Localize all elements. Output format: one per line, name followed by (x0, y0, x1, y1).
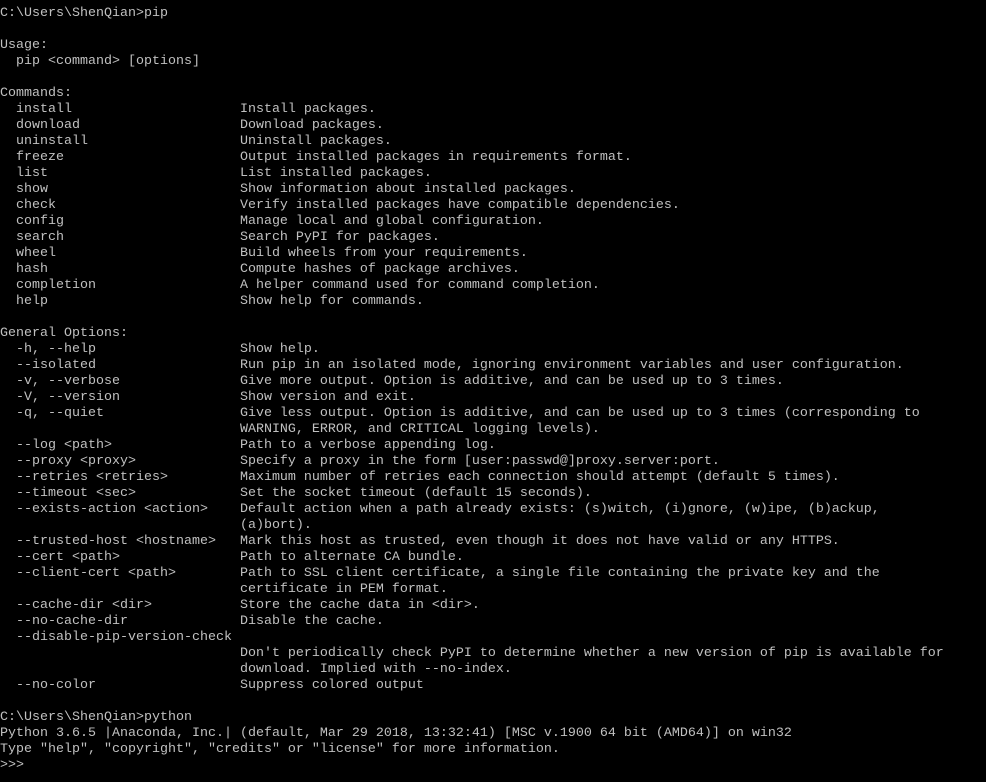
help-entry: -V, --version Show version and exit. (0, 390, 416, 405)
help-entry: --timeout <sec> Set the socket timeout (… (0, 486, 592, 501)
command-prompt-line[interactable]: >>> (0, 758, 986, 774)
help-entry: --cert <path> Path to alternate CA bundl… (0, 550, 464, 565)
help-entry-continuation: download. Implied with --no-index. (0, 662, 512, 677)
console-output[interactable]: C:\Users\ShenQian>pip Usage: pip <command… (0, 6, 986, 774)
output-line: Usage: (0, 38, 48, 53)
help-entry-continuation: WARNING, ERROR, and CRITICAL logging lev… (0, 422, 600, 437)
command-prompt-line[interactable]: C:\Users\ShenQian>python (0, 710, 986, 726)
help-entry: --proxy <proxy> Specify a proxy in the f… (0, 454, 720, 469)
help-entry: download Download packages. (0, 118, 384, 133)
help-entry: wheel Build wheels from your requirement… (0, 246, 528, 261)
help-entry: --exists-action <action> Default action … (0, 502, 880, 517)
help-entry: check Verify installed packages have com… (0, 198, 680, 213)
output-line: Type "help", "copyright", "credits" or "… (0, 742, 560, 757)
output-line: Python 3.6.5 |Anaconda, Inc.| (default, … (0, 726, 792, 741)
help-entry: --client-cert <path> Path to SSL client … (0, 566, 880, 581)
output-line: pip <command> [options] (0, 54, 200, 69)
section-heading: Commands: (0, 86, 72, 101)
help-entry: list List installed packages. (0, 166, 432, 181)
help-entry: config Manage local and global configura… (0, 214, 544, 229)
help-entry: --trusted-host <hostname> Mark this host… (0, 534, 840, 549)
help-entry: install Install packages. (0, 102, 376, 117)
help-entry: freeze Output installed packages in requ… (0, 150, 632, 165)
help-entry: -h, --help Show help. (0, 342, 320, 357)
help-entry: --no-cache-dir Disable the cache. (0, 614, 384, 629)
help-entry: --isolated Run pip in an isolated mode, … (0, 358, 904, 373)
section-heading: General Options: (0, 326, 128, 341)
help-entry: --log <path> Path to a verbose appending… (0, 438, 496, 453)
help-entry: --no-color Suppress colored output (0, 678, 424, 693)
help-entry: show Show information about installed pa… (0, 182, 576, 197)
help-entry-continuation: certificate in PEM format. (0, 582, 448, 597)
help-entry: search Search PyPI for packages. (0, 230, 440, 245)
help-entry-continuation: (a)bort). (0, 518, 312, 533)
help-entry-continuation: Don't periodically check PyPI to determi… (0, 646, 944, 661)
help-entry: -v, --verbose Give more output. Option i… (0, 374, 784, 389)
help-entry: --retries <retries> Maximum number of re… (0, 470, 840, 485)
help-entry: hash Compute hashes of package archives. (0, 262, 520, 277)
help-entry: --disable-pip-version-check (0, 630, 232, 645)
help-entry: completion A helper command used for com… (0, 278, 600, 293)
help-entry: --cache-dir <dir> Store the cache data i… (0, 598, 480, 613)
help-entry: help Show help for commands. (0, 294, 424, 309)
help-entry: uninstall Uninstall packages. (0, 134, 392, 149)
help-entry: -q, --quiet Give less output. Option is … (0, 406, 920, 421)
command-prompt-line[interactable]: C:\Users\ShenQian>pip (0, 6, 986, 22)
